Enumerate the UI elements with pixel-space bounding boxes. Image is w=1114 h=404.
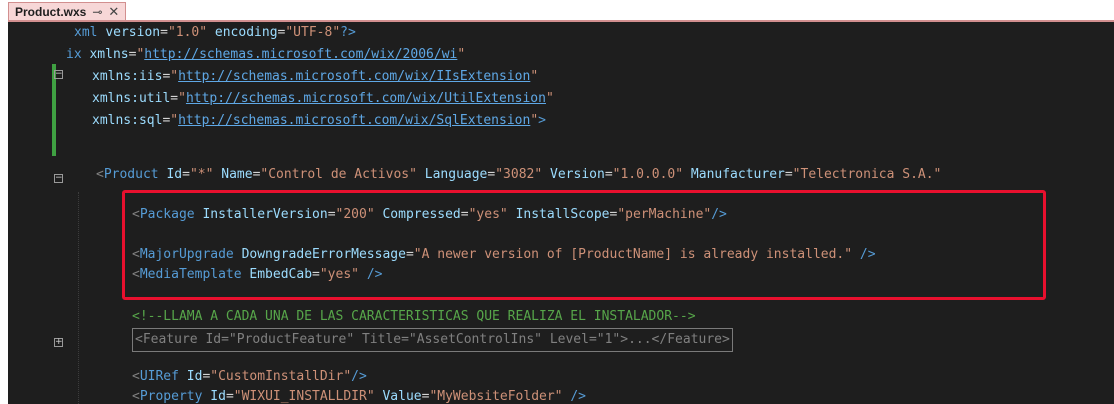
code-line-property: <Property Id="WIXUI_INSTALLDIR" Value="M… [132, 389, 586, 404]
code-line-majorupgrade: <MajorUpgrade DowngradeErrorMessage="A n… [132, 247, 876, 262]
collapsed-feature-block[interactable]: <Feature Id="ProductFeature" Title="Asse… [132, 328, 733, 352]
xml-declaration: xml [74, 25, 98, 40]
code-line-1: xml version="1.0" encoding="UTF-8"?> [74, 25, 356, 40]
code-line-mediatemplate: <MediaTemplate EmbedCab="yes" /> [132, 267, 383, 282]
namespace-link[interactable]: http://schemas.microsoft.com/wix/2006/wi [144, 47, 457, 62]
wix-tag: ix [66, 47, 82, 62]
indent-guide [78, 192, 79, 404]
pin-tab-icon[interactable]: ⊸ [92, 5, 102, 19]
xml-comment: <!--LLAMA A CADA UNA DE LAS CARACTERISTI… [132, 309, 696, 324]
code-line-uiref: <UIRef Id="CustomInstallDir"/> [132, 369, 367, 384]
code-line-3: xmlns:iis="http://schemas.microsoft.com/… [92, 69, 539, 84]
fold-collapse-icon[interactable]: − [54, 174, 63, 183]
namespace-link[interactable]: http://schemas.microsoft.com/wix/UtilExt… [186, 91, 546, 106]
code-line-feature-collapsed: <Feature Id="ProductFeature" Title="Asse… [8, 328, 733, 352]
fold-expand-icon[interactable]: + [54, 338, 63, 347]
namespace-link[interactable]: http://schemas.microsoft.com/wix/IIsExte… [178, 69, 530, 84]
code-line-5: xmlns:sql="http://schemas.microsoft.com/… [92, 113, 546, 128]
fold-collapse-icon[interactable]: − [54, 70, 63, 79]
code-line-comment: <!--LLAMA A CADA UNA DE LAS CARACTERISTI… [8, 306, 696, 328]
code-line-4: xmlns:util="http://schemas.microsoft.com… [92, 91, 554, 106]
namespace-link[interactable]: http://schemas.microsoft.com/wix/SqlExte… [178, 113, 530, 128]
close-tab-icon[interactable]: ✕ [108, 4, 119, 20]
tab-title: Product.wxs [15, 4, 87, 19]
code-line-package: <Package InstallerVersion="200" Compress… [132, 207, 727, 222]
code-editor[interactable]: − − + xml version="1.0" encoding="UTF-8"… [8, 20, 1114, 404]
code-line-product: <Product Id="*" Name="Control de Activos… [96, 167, 942, 182]
editor-window: Product.wxs ⊸ ✕ − − + xml version="1.0" … [0, 0, 1114, 404]
code-line-2: ix xmlns="http://schemas.microsoft.com/w… [66, 47, 466, 62]
document-tab-product-wxs[interactable]: Product.wxs ⊸ ✕ [8, 2, 127, 20]
document-tab-strip: Product.wxs ⊸ ✕ [0, 0, 1114, 20]
